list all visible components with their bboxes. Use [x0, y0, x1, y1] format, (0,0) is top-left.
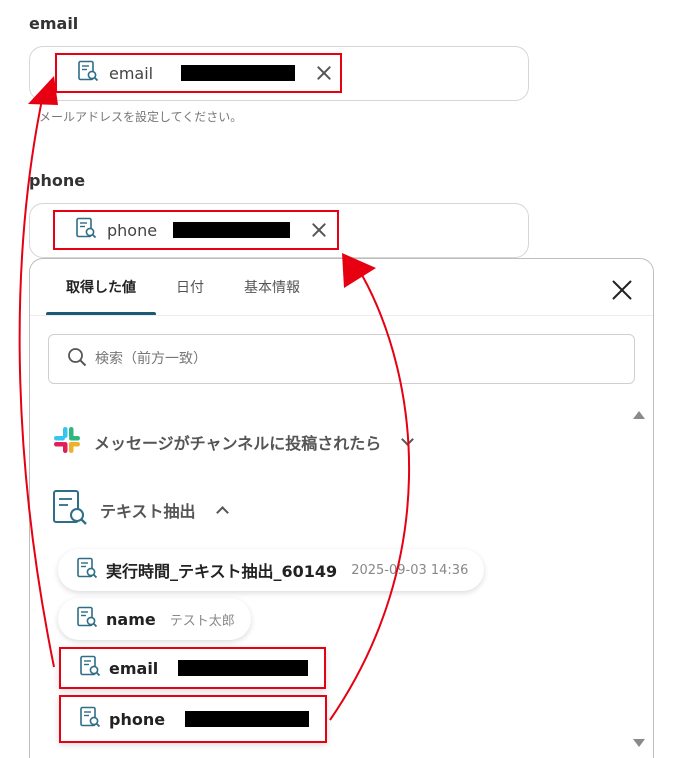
- document-search-icon: [75, 217, 97, 243]
- panel-tabs: 取得した値 日付 基本情報: [46, 259, 320, 316]
- group-text-extraction[interactable]: テキスト抽出: [52, 489, 229, 531]
- phone-chip-label: phone: [107, 220, 158, 240]
- email-chip-label: email: [109, 63, 154, 83]
- group-slack-message[interactable]: メッセージがチャンネルに投稿されたら: [52, 425, 415, 459]
- chevron-up-icon: [215, 506, 229, 519]
- redacted-value: [178, 660, 308, 676]
- item-value: 2025-09-03 14:36: [351, 562, 469, 578]
- search-icon: [67, 347, 87, 371]
- email-hint-text: メールアドレスを設定してください。: [39, 110, 243, 124]
- scroll-up-arrow[interactable]: [633, 411, 645, 419]
- search-box[interactable]: [48, 334, 635, 384]
- search-input[interactable]: [95, 351, 575, 367]
- email-field-label: email: [29, 14, 79, 33]
- chevron-down-icon: [401, 433, 415, 446]
- document-search-icon: [77, 60, 99, 86]
- close-icon[interactable]: [310, 221, 327, 239]
- phone-variable-chip[interactable]: phone: [53, 210, 339, 250]
- close-icon[interactable]: [315, 64, 330, 82]
- list-item-email[interactable]: email: [59, 647, 326, 689]
- item-label: 実行時間_テキスト抽出_60149: [106, 562, 338, 581]
- list-item-execution-time[interactable]: 実行時間_テキスト抽出_60149 2025-09-03 14:36: [58, 549, 485, 591]
- item-label: name: [106, 609, 156, 629]
- redacted-value: [185, 711, 309, 727]
- redacted-value: [181, 65, 296, 81]
- item-label: phone: [109, 709, 166, 729]
- tabs-divider: [30, 315, 653, 316]
- document-search-icon: [52, 489, 88, 531]
- group-label: テキスト抽出: [100, 502, 196, 521]
- item-label: email: [109, 658, 159, 678]
- group-label: メッセージがチャンネルに投稿されたら: [94, 434, 382, 453]
- list-item-name[interactable]: name テスト太郎: [58, 598, 251, 640]
- document-search-icon: [79, 706, 101, 732]
- tab-date[interactable]: 日付: [156, 259, 224, 315]
- document-search-icon: [76, 557, 98, 583]
- phone-field-label: phone: [29, 171, 86, 190]
- close-panel-icon[interactable]: [609, 277, 635, 303]
- email-variable-chip[interactable]: email: [55, 53, 342, 93]
- value-picker-panel: 取得した値 日付 基本情報 メッセージがチャンネルに投稿されたら: [29, 258, 654, 758]
- slack-icon: [52, 425, 82, 459]
- tab-retrieved-values[interactable]: 取得した値: [46, 259, 156, 316]
- tab-basic-info[interactable]: 基本情報: [224, 259, 320, 315]
- list-item-phone[interactable]: phone: [59, 695, 327, 743]
- item-value: テスト太郎: [169, 613, 235, 629]
- document-search-icon: [79, 655, 101, 681]
- scroll-down-arrow[interactable]: [633, 739, 645, 747]
- document-search-icon: [76, 606, 98, 632]
- redacted-value: [173, 222, 291, 238]
